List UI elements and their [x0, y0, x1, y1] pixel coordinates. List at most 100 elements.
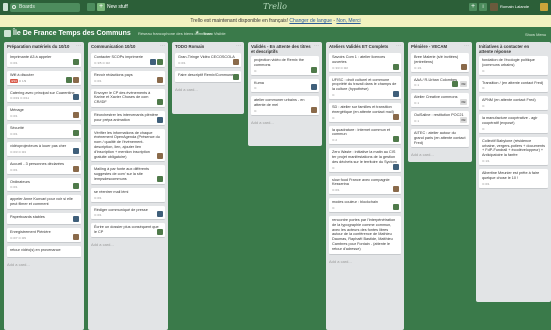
list-card[interactable]: retour vidéo(s) en provenance	[7, 245, 81, 258]
list-card[interactable]: Mailing à par fonte aux différents sugge…	[91, 165, 165, 185]
dismiss-language-link[interactable]: Non, Merci	[336, 18, 360, 24]
user-avatar[interactable]	[490, 3, 498, 11]
new-stuff-icon[interactable]: +	[97, 3, 105, 11]
list-card[interactable]: vidéoprojecteurs à louer pas cher ⊙ 0/3 ⊙…	[7, 141, 81, 157]
list-card[interactable]: Wifi à discuter 4/14 ⊙ 1/9	[7, 70, 81, 86]
list-card[interactable]: atelier communer urbains - en attente de…	[251, 96, 319, 116]
member-avatar[interactable]	[73, 183, 79, 190]
board-team-name[interactable]: Réseau francophone des biens communs	[138, 29, 212, 38]
member-avatar[interactable]	[157, 116, 163, 123]
member-avatar[interactable]	[150, 58, 156, 65]
list-card[interactable]: Vérifier les informations de chaque évén…	[91, 128, 165, 163]
notification-bell-icon[interactable]	[540, 3, 548, 11]
create-button[interactable]: +	[469, 3, 477, 11]
list-card[interactable]: Enregistrement Plénière ⊙ 0/7 ⊙ 0/9	[7, 227, 81, 243]
list-card[interactable]: la manufacture coopérative - agir coopér…	[479, 114, 548, 134]
list-header[interactable]: TODO Romain ⋯	[172, 42, 244, 53]
member-avatar[interactable]	[73, 112, 79, 119]
list-header[interactable]: Validés - En attente des titres et descr…	[248, 42, 322, 56]
list-card[interactable]: Sécurité ⊙ 0/1	[7, 124, 81, 139]
list-menu-icon[interactable]: ⋯	[76, 44, 81, 49]
member-avatar[interactable]	[73, 215, 79, 222]
user-name[interactable]: Romain Lalande	[500, 3, 529, 11]
member-avatar[interactable]	[393, 163, 399, 170]
list-card[interactable]: Catering avec principal sur Cuarentine ⊙ …	[7, 88, 81, 104]
list-card[interactable]: AITEC : atelier autour du grand paris (e…	[411, 128, 469, 149]
list-card[interactable]: fondation de l'écologie politique (commu…	[479, 56, 548, 76]
list-title[interactable]: Initiatives à contacter en attente répon…	[479, 44, 548, 54]
list-card[interactable]: SD : atelier sur familles et transition …	[329, 102, 401, 123]
list-card[interactable]: Bree Malerie (s/é invitées) (entretiens)…	[411, 53, 469, 73]
list-title[interactable]: Communication 10/10	[91, 44, 165, 49]
list-card[interactable]: Ordinateurs ⊙ 0/1	[7, 177, 81, 193]
member-avatar[interactable]	[157, 58, 163, 65]
list-card[interactable]: projection vidéo de Remix the commons ⊙	[251, 56, 319, 76]
member-avatar[interactable]	[311, 66, 317, 73]
info-button[interactable]: i	[479, 3, 487, 11]
search-input[interactable]: Boards	[10, 3, 80, 12]
add-card-link[interactable]: Add a card...	[408, 151, 472, 160]
member-avatar[interactable]	[233, 73, 239, 80]
list-title[interactable]: Ateliers Validés ET Complets	[329, 44, 401, 49]
member-avatar[interactable]	[311, 106, 317, 113]
member-avatar[interactable]	[157, 175, 163, 182]
member-avatar[interactable]	[157, 211, 163, 218]
list-title[interactable]: TODO Romain	[175, 44, 241, 49]
show-menu-link[interactable]: Show Menu	[525, 31, 546, 38]
list-card[interactable]: se réentrer mail lémi ⊙ 0/1	[91, 187, 165, 203]
list-card[interactable]: Gran-Tiringe Vidéo CECOSCOLA ⊙ 0/1	[175, 53, 241, 68]
trello-logo[interactable]: Trello	[250, 2, 300, 12]
list-header[interactable]: Communication 10/10 ⋯	[88, 42, 168, 53]
member-avatar[interactable]	[393, 113, 399, 120]
member-avatar[interactable]	[233, 58, 239, 65]
member-avatar[interactable]	[73, 165, 79, 172]
member-initials[interactable]: FB	[460, 99, 467, 106]
list-title[interactable]: Plénière - VECAM	[411, 44, 469, 49]
list-card[interactable]: rencontre portes par l'interpénétration …	[329, 215, 401, 255]
add-card-link[interactable]: Add a card...	[4, 261, 84, 270]
home-icon[interactable]	[87, 3, 95, 11]
member-avatar[interactable]	[311, 84, 317, 91]
member-avatar[interactable]	[157, 76, 163, 83]
list-card[interactable]: modes couleur : blockchain ⊙	[329, 198, 401, 213]
list-card[interactable]: Revoir rédactions pays ⊙ 0/1	[91, 70, 165, 86]
list-card[interactable]: Faire descriptif Remix!Commune	[175, 70, 241, 83]
list-card[interactable]: Collectif Babylone (résidence urbaine, v…	[479, 136, 548, 166]
list-header[interactable]: Plénière - VECAM ⋯	[408, 42, 472, 53]
list-menu-icon[interactable]: ⋯	[464, 44, 469, 49]
member-avatar[interactable]	[73, 129, 79, 136]
list-card[interactable]: AAA / R-Urban Colombes ⊙ 1 FB	[411, 75, 469, 91]
board-title[interactable]: Île De France Temps des Communs	[13, 29, 131, 38]
member-avatar[interactable]	[393, 90, 399, 97]
list-card[interactable]: Zero Waste : initiative la matin au CIS …	[329, 148, 401, 173]
list-card[interactable]: Paperboards stables	[7, 212, 81, 225]
list-menu-icon[interactable]: ⋯	[160, 44, 165, 49]
add-card-link[interactable]: Add a card...	[172, 86, 244, 95]
list-card[interactable]: Envoyer le CP des évènements à Karine et…	[91, 88, 165, 108]
list-header[interactable]: Préparation matériels du 10/10 ⋯	[4, 42, 84, 53]
add-card-link[interactable]: Add a card...	[248, 119, 322, 128]
member-avatar[interactable]	[157, 228, 163, 235]
list-header[interactable]: Ateliers Validés ET Complets ⋯	[326, 42, 404, 53]
member-avatar[interactable]	[157, 153, 163, 160]
list-card[interactable]: slow food France avec compagnie Kesserin…	[329, 175, 401, 196]
list-card[interactable]: Imprimante A3 à appeler ⊙ 0/1	[7, 53, 81, 68]
list-title[interactable]: Préparation matériels du 10/10	[7, 44, 81, 49]
member-avatar[interactable]	[393, 63, 399, 70]
list-card[interactable]: Réorchestrer les intervenants plénière p…	[91, 110, 165, 126]
member-avatar[interactable]	[452, 81, 458, 88]
member-avatar[interactable]	[73, 233, 79, 240]
list-card[interactable]: APNM (en attente contact Fred) ⊙	[479, 96, 548, 112]
list-card[interactable]: Ménage ⊙ 0/1	[7, 106, 81, 122]
list-title[interactable]: Validés - En attente des titres et descr…	[251, 44, 319, 54]
list-menu-icon[interactable]: ⋯	[396, 44, 401, 49]
list-card[interactable]: Atelier Creative commons ⊙ 1 FB	[411, 93, 469, 109]
list-card[interactable]: UFISC : droit culturel et commune propri…	[329, 75, 401, 100]
member-avatar[interactable]	[73, 58, 79, 65]
add-card-link[interactable]: Add a card...	[88, 241, 168, 250]
list-menu-icon[interactable]: ⋯	[236, 44, 241, 49]
list-card[interactable]: Contacter SCOPs imprimerie ⊙ 3/5 ⊙ 0/2	[91, 53, 165, 68]
boards-menu-icon[interactable]	[3, 3, 8, 11]
list-card[interactable]: appeler Anne Kunvari pour voir si elle p…	[7, 195, 81, 210]
board-visibility[interactable]: Team Visible	[203, 29, 226, 38]
